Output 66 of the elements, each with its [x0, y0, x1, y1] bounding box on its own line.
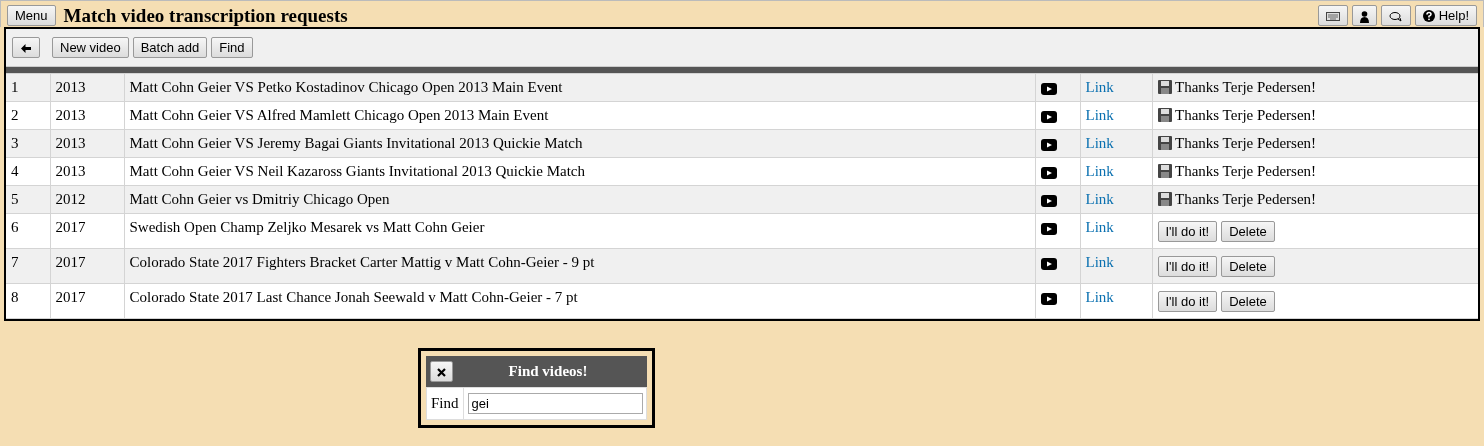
thanks-text: Thanks Terje Pedersen! [1175, 191, 1317, 207]
page-title: Match video transcription requests [63, 5, 348, 26]
find-field[interactable]: gei [467, 392, 643, 414]
video-title: Matt Cohn Geier VS Alfred Mamlett Chicago Open 2013 Main Event [124, 101, 1035, 130]
back-button[interactable] [12, 37, 40, 58]
video-link[interactable]: Link [1085, 254, 1114, 270]
video-title: Matt Cohn Geier VS Jeremy Bagai Giants Invitational 2013 Quickie Match [124, 129, 1035, 158]
claim-button[interactable]: I'll do it! [1157, 221, 1218, 242]
thanks-text: Thanks Terje Pedersen! [1175, 107, 1317, 123]
video-play-icon [1040, 138, 1057, 151]
delete-button[interactable]: Delete [1221, 256, 1275, 277]
row-number: 5 [6, 185, 50, 214]
chat-icon [1388, 11, 1403, 23]
thanks-text: Thanks Terje Pedersen! [1175, 163, 1317, 179]
row-number: 1 [6, 73, 50, 102]
video-play-icon [1040, 194, 1057, 207]
year-cell: 2013 [50, 101, 124, 130]
chat-button[interactable] [1380, 5, 1411, 26]
row-number: 4 [6, 157, 50, 186]
video-title: Matt Cohn Geier vs Dmitriy Chicago Open [124, 185, 1035, 214]
close-icon [437, 368, 446, 378]
year-cell: 2013 [50, 129, 124, 158]
close-button[interactable] [430, 361, 453, 382]
back-arrow-icon [20, 43, 32, 55]
video-play-icon [1040, 166, 1057, 179]
keyboard-icon [1325, 12, 1340, 22]
video-link[interactable]: Link [1085, 219, 1114, 235]
find-label: Find [427, 388, 464, 419]
year-cell: 2012 [50, 185, 124, 214]
video-link[interactable]: Link [1085, 289, 1114, 305]
toolbar-button[interactable]: Batch add [132, 37, 208, 58]
video-play-icon [1040, 110, 1057, 123]
year-cell: 2017 [50, 213, 124, 249]
row-number: 3 [6, 129, 50, 158]
claim-button[interactable]: I'll do it! [1157, 256, 1218, 277]
video-title: Matt Cohn Geier VS Neil Kazaross Giants Invitational 2013 Quickie Match [124, 157, 1035, 186]
menu-button[interactable]: Menu [7, 5, 56, 26]
keyboard-button[interactable] [1317, 5, 1348, 26]
row-number: 6 [6, 213, 50, 249]
video-title: Matt Cohn Geier VS Petko Kostadinov Chicago Open 2013 Main Event [124, 73, 1035, 102]
dialog-title: Find videos! [507, 362, 589, 382]
row-number: 8 [6, 283, 50, 319]
row-number: 7 [6, 248, 50, 284]
year-cell: 2017 [50, 248, 124, 284]
video-title: Colorado State 2017 Fighters Bracket Carter Mattig v Matt Cohn-Geier - 9 pt [124, 248, 1035, 284]
user-icon [1359, 10, 1369, 23]
toolbar-button[interactable]: Find [211, 37, 253, 58]
row-number: 2 [6, 101, 50, 130]
video-play-icon [1040, 82, 1057, 95]
claim-button[interactable]: I'll do it! [1157, 291, 1218, 312]
delete-button[interactable]: Delete [1221, 291, 1275, 312]
user-button[interactable] [1351, 5, 1377, 26]
video-title: Swedish Open Champ Zeljko Mesarek vs Matt Cohn Geier [124, 213, 1035, 249]
thanks-text: Thanks Terje Pedersen! [1175, 79, 1317, 95]
question-icon [1422, 9, 1435, 22]
year-cell: 2017 [50, 283, 124, 319]
video-title: Colorado State 2017 Last Chance Jonah Seewald v Matt Cohn-Geier - 7 pt [124, 283, 1035, 319]
video-play-icon [1040, 292, 1057, 305]
year-cell: 2013 [50, 73, 124, 102]
thanks-text: Thanks Terje Pedersen! [1175, 135, 1317, 151]
delete-button[interactable]: Delete [1221, 221, 1275, 242]
help-button[interactable]: Help! [1414, 5, 1477, 26]
video-play-icon [1040, 257, 1057, 270]
year-cell: 2013 [50, 157, 124, 186]
video-play-icon [1040, 222, 1057, 235]
toolbar-button[interactable]: New video [52, 37, 129, 58]
